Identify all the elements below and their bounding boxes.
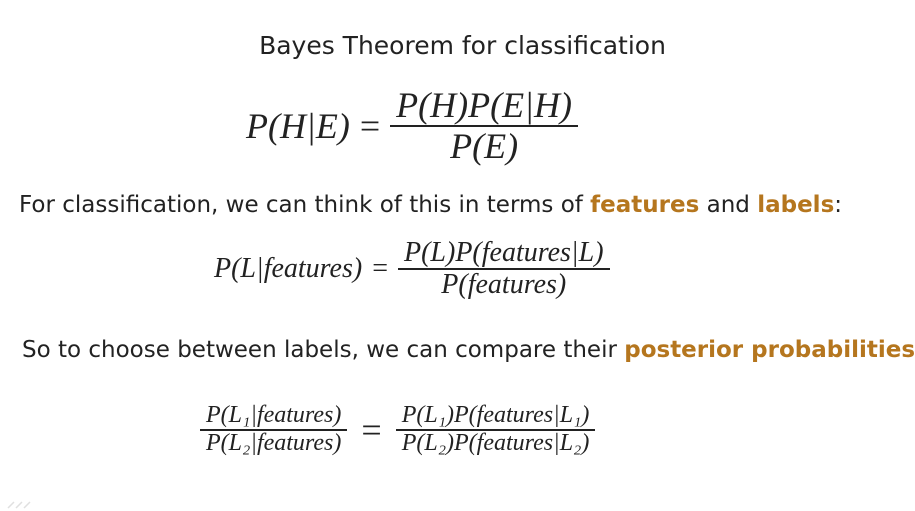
labels-highlight: labels — [757, 192, 835, 218]
bayes-formula: P(H|E) = P(H)P(E|H) P(E) — [246, 86, 578, 166]
formula3-lhs-denominator: P(L₂|features) — [206, 429, 342, 456]
formula1-denominator: P(E) — [450, 125, 519, 166]
features-formula: P(L|features) = P(L)P(features|L) P(feat… — [214, 237, 610, 301]
formula3-equals: = — [361, 409, 382, 450]
features-highlight: features — [590, 192, 700, 218]
line1-prefix: For classification, we can think of this… — [19, 192, 591, 218]
formula3-lhs-numerator: P(L₁|features) — [206, 402, 342, 428]
posterior-ratio-formula: P(L₁|features) P(L₂|features) = P(L₁)P(f… — [200, 402, 596, 457]
formula2-fraction: P(L)P(features|L) P(features) — [398, 237, 610, 301]
line1-suffix: : — [834, 192, 843, 218]
formula2-lhs: P(L|features) — [214, 253, 363, 285]
formula3-rhs-denominator: P(L₂)P(features|L₂) — [401, 429, 590, 456]
formula3-rhs-fraction: P(L₁)P(features|L₁) P(L₂)P(features|L₂) — [395, 402, 596, 457]
formula1-fraction: P(H)P(E|H) P(E) — [390, 86, 578, 166]
formula3-rhs-numerator: P(L₁)P(features|L₁) — [401, 402, 590, 428]
formula3-lhs-fraction: P(L₁|features) P(L₂|features) — [200, 402, 348, 457]
line1-middle: and — [699, 192, 758, 218]
formula2-numerator: P(L)P(features|L) — [404, 237, 604, 268]
formula1-numerator: P(H)P(E|H) — [396, 85, 572, 125]
corner-watermark-icon — [7, 501, 31, 509]
features-labels-text: For classification, we can think of this… — [19, 192, 842, 218]
posterior-text: So to choose between labels, we can comp… — [22, 337, 915, 363]
formula2-denominator: P(features) — [441, 269, 567, 301]
posterior-highlight: posterior probabilities — [624, 337, 915, 363]
formula1-lhs: P(H|E) — [246, 105, 350, 146]
formula2-equals: = — [372, 253, 388, 285]
slide-title: Bayes Theorem for classification — [259, 31, 666, 60]
line2-prefix: So to choose between labels, we can comp… — [22, 337, 625, 363]
formula1-equals: = — [359, 105, 381, 146]
